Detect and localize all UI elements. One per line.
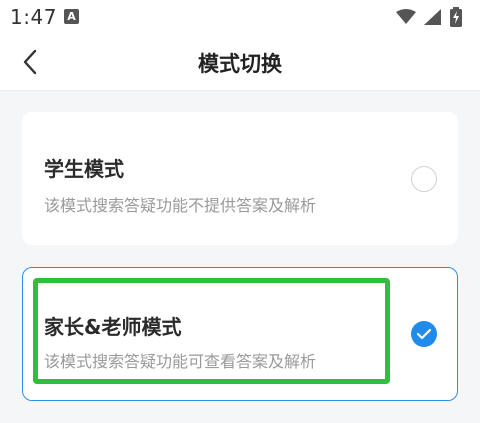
nav-bar: 模式切换 [0,34,480,91]
radio-unchecked-icon[interactable] [411,166,437,192]
signal-icon [424,9,441,25]
page-title: 模式切换 [198,52,282,76]
mode-description: 该模式搜索答疑功能可查看答案及解析 [44,352,317,371]
a-notification-icon: A [64,9,79,24]
wifi-icon [396,9,416,24]
radio-checked-icon[interactable] [411,321,437,347]
status-icons [396,7,462,27]
mode-title: 学生模式 [44,157,124,181]
mode-card-student[interactable]: 学生模式 该模式搜索答疑功能不提供答案及解析 [22,112,458,245]
battery-charging-icon [450,7,462,27]
status-bar: 1:47 A [0,0,480,34]
status-time: 1:47 [10,5,57,29]
mode-title: 家长&老师模式 [44,315,182,339]
checkmark-icon [416,328,432,340]
mode-card-parent-teacher[interactable]: 家长&老师模式 该模式搜索答疑功能可查看答案及解析 [22,267,458,401]
mode-description: 该模式搜索答疑功能不提供答案及解析 [44,196,317,215]
